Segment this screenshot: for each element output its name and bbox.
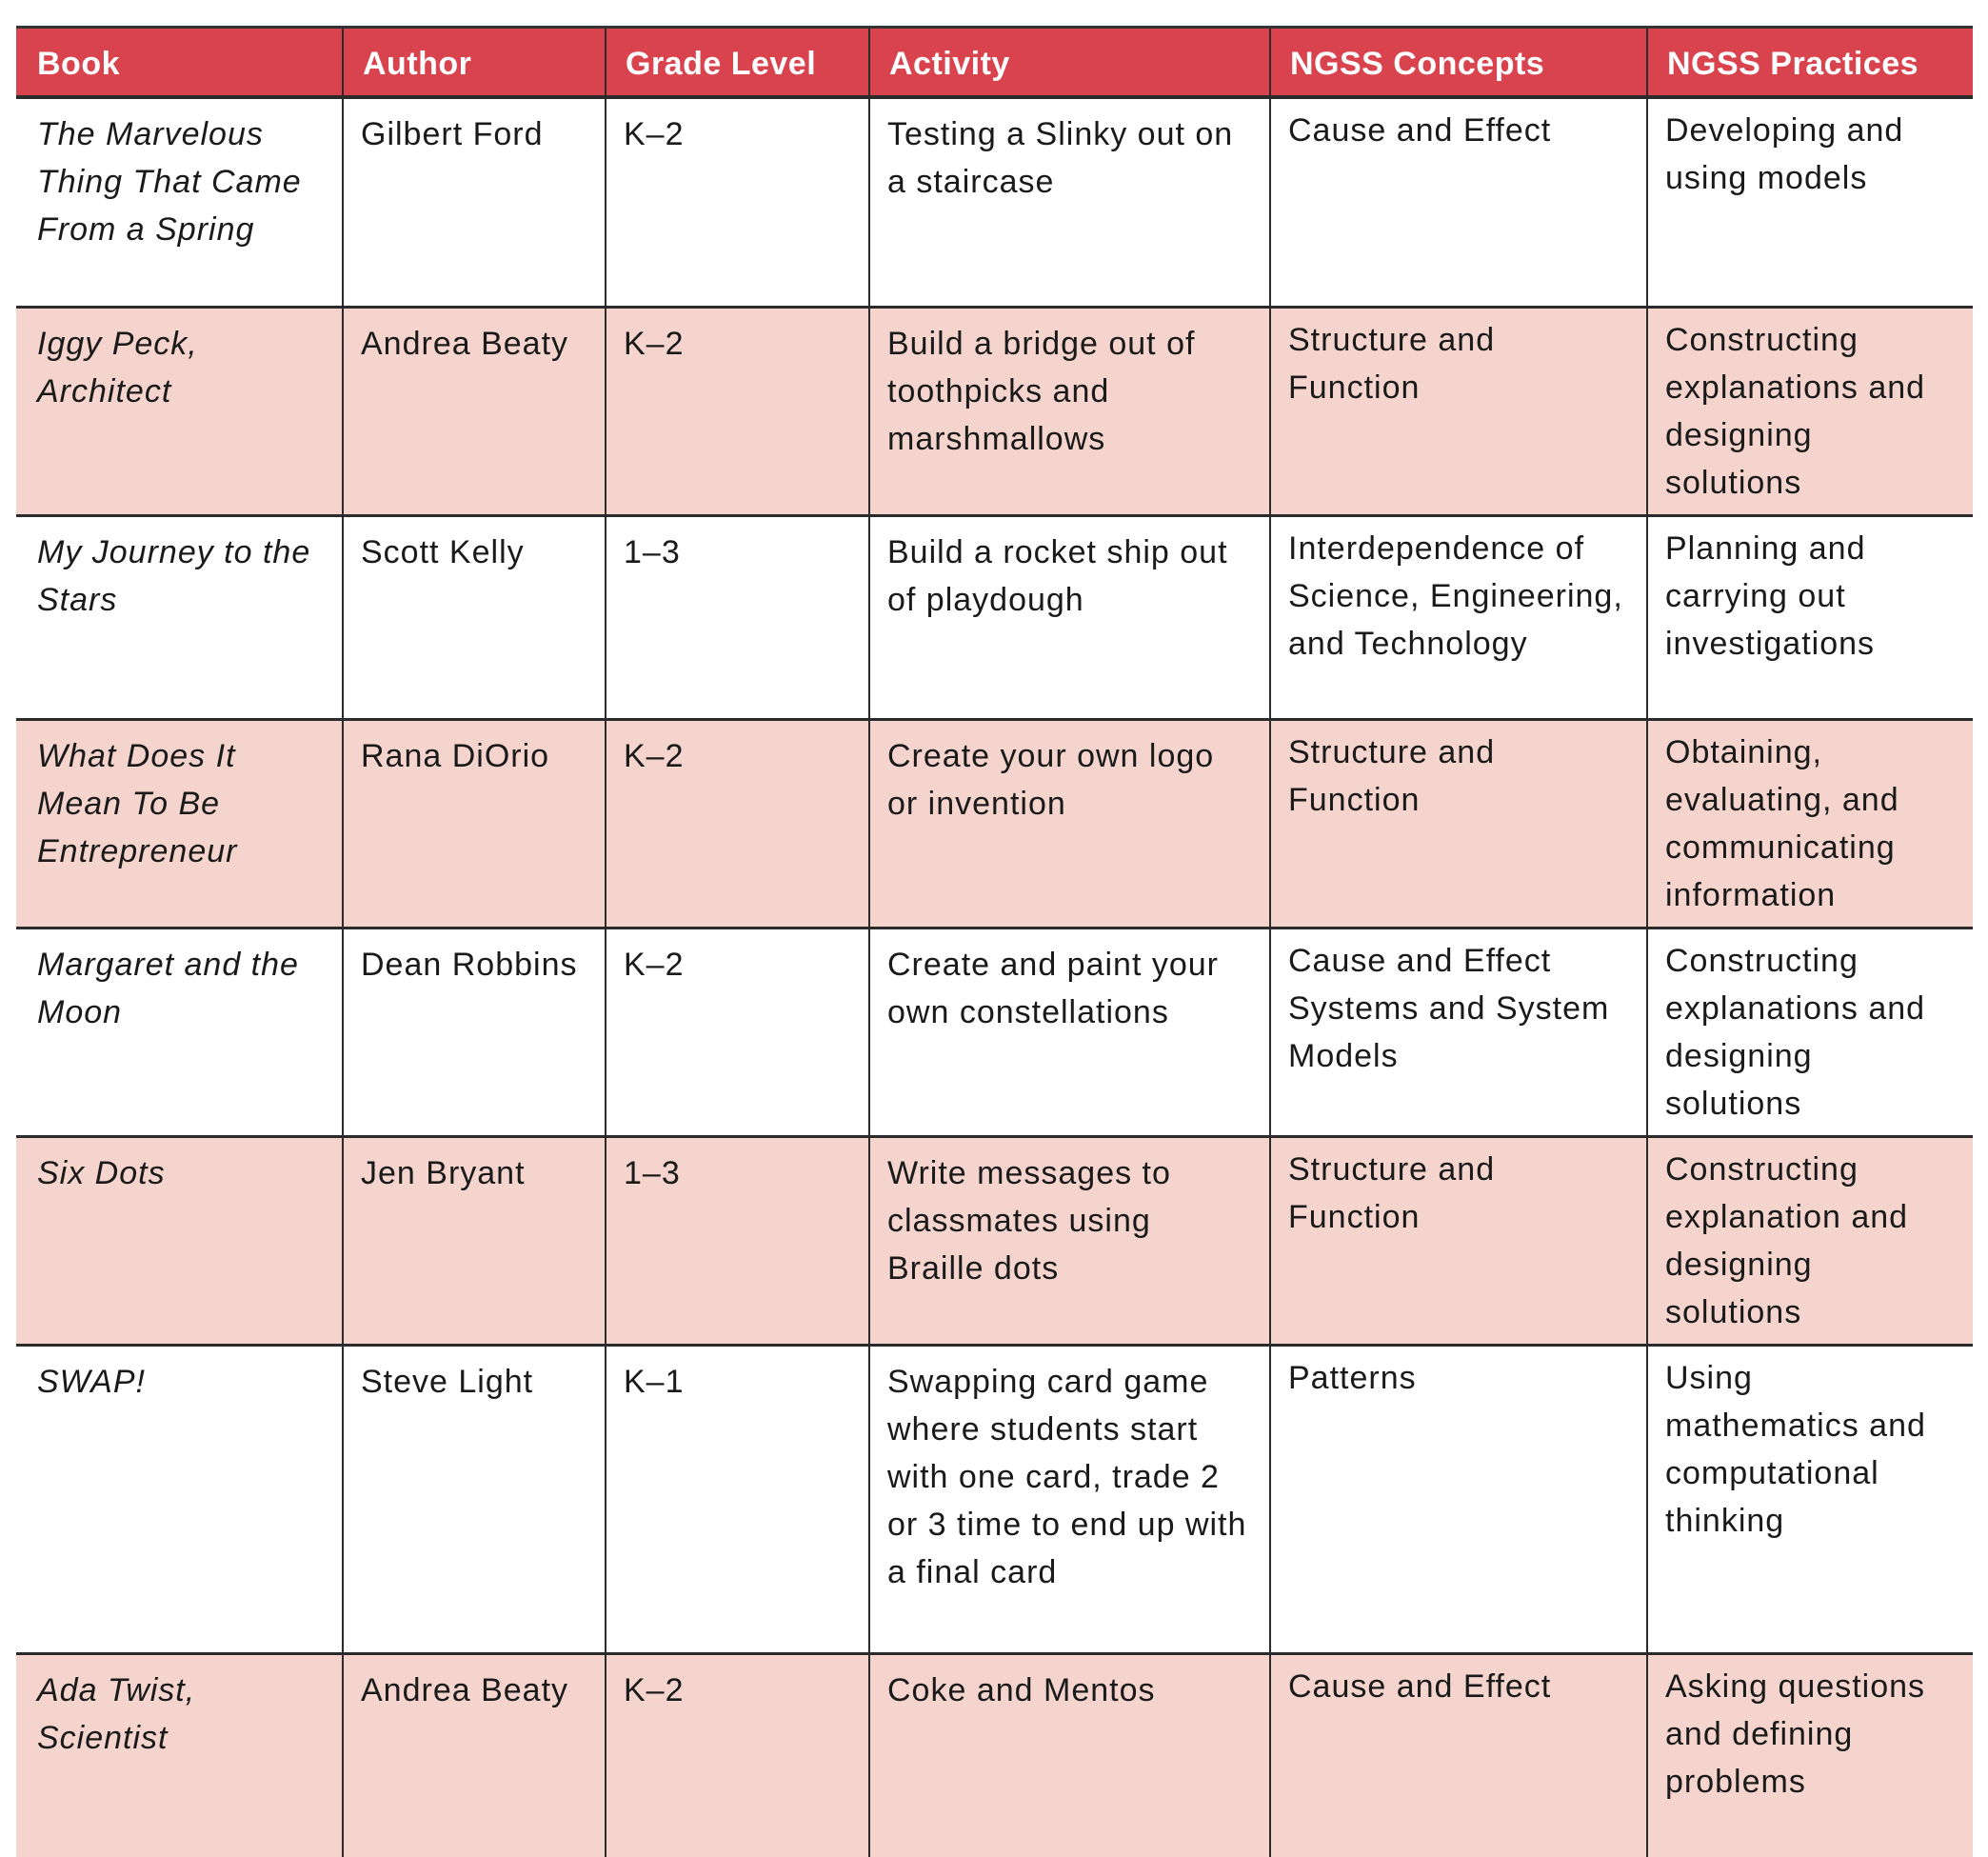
activity: Create your own logo or invention (868, 719, 1270, 929)
activity: Swapping card game where students start … (868, 1345, 1270, 1655)
ngss-practices: Using mathematics and computational thin… (1646, 1345, 1973, 1655)
ngss-concepts: Structure and Function (1269, 1136, 1647, 1347)
author: Rana DiOrio (342, 719, 606, 929)
book-title: Iggy Peck, Architect (16, 307, 343, 517)
activity: Write messages to classmates using Brail… (868, 1136, 1270, 1347)
author: Scott Kelly (342, 515, 606, 721)
book-title: Ada Twist, Scientist (16, 1653, 343, 1857)
book-title: The Marvelous Thing That Came From a Spr… (16, 96, 343, 309)
ngss-concepts: Patterns (1269, 1345, 1647, 1655)
grade-level: K–1 (605, 1345, 869, 1655)
book-title: Six Dots (16, 1136, 343, 1347)
grade-level: K–2 (605, 96, 869, 309)
table-row: What Does It Mean To Be Entrepreneur Ran… (16, 719, 1973, 929)
header-book: Book (16, 26, 343, 99)
author: Steve Light (342, 1345, 606, 1655)
table-header: Book Author Grade Level Activity NGSS Co… (16, 26, 1973, 99)
grade-level: K–2 (605, 928, 869, 1138)
header-activity: Activity (868, 26, 1270, 99)
grade-level: K–2 (605, 719, 869, 929)
author: Gilbert Ford (342, 96, 606, 309)
ngss-practices: Asking questions and defining problems (1646, 1653, 1973, 1857)
ngss-practices: Planning and carrying out investigations (1646, 515, 1973, 721)
book-title: SWAP! (16, 1345, 343, 1655)
ngss-concepts: Cause and Effect (1269, 1653, 1647, 1857)
table-row: My Journey to the Stars Scott Kelly 1–3 … (16, 515, 1973, 721)
table-row: The Marvelous Thing That Came From a Spr… (16, 96, 1973, 309)
header-ngss-practices: NGSS Practices (1646, 26, 1973, 99)
header-ngss-concepts: NGSS Concepts (1269, 26, 1647, 99)
table-body: The Marvelous Thing That Came From a Spr… (16, 96, 1973, 1857)
grade-level: K–2 (605, 307, 869, 517)
header-author: Author (342, 26, 606, 99)
ngss-practices: Developing and using models (1646, 96, 1973, 309)
author: Andrea Beaty (342, 1653, 606, 1857)
book-title: My Journey to the Stars (16, 515, 343, 721)
table-row: Ada Twist, Scientist Andrea Beaty K–2 Co… (16, 1653, 1973, 1857)
activity: Testing a Slinky out on a staircase (868, 96, 1270, 309)
book-title: What Does It Mean To Be Entrepreneur (16, 719, 343, 929)
grade-level: 1–3 (605, 515, 869, 721)
activity: Build a rocket ship out of playdough (868, 515, 1270, 721)
book-activity-table: Book Author Grade Level Activity NGSS Co… (16, 26, 1973, 1857)
ngss-concepts: Cause and Effect (1269, 96, 1647, 309)
ngss-concepts: Structure and Function (1269, 719, 1647, 929)
activity: Build a bridge out of toothpicks and mar… (868, 307, 1270, 517)
grade-level: K–2 (605, 1653, 869, 1857)
activity: Coke and Mentos (868, 1653, 1270, 1857)
table-row: Margaret and the Moon Dean Robbins K–2 C… (16, 928, 1973, 1138)
ngss-practices: Constructing explanations and designing … (1646, 307, 1973, 517)
book-title: Margaret and the Moon (16, 928, 343, 1138)
ngss-concepts: Cause and Effect Systems and System Mode… (1269, 928, 1647, 1138)
header-row: Book Author Grade Level Activity NGSS Co… (16, 26, 1973, 99)
author: Jen Bryant (342, 1136, 606, 1347)
table-row: Six Dots Jen Bryant 1–3 Write messages t… (16, 1136, 1973, 1347)
author: Dean Robbins (342, 928, 606, 1138)
table-row: Iggy Peck, Architect Andrea Beaty K–2 Bu… (16, 307, 1973, 517)
ngss-practices: Constructing explanations and designing … (1646, 928, 1973, 1138)
activity: Create and paint your own constellations (868, 928, 1270, 1138)
author: Andrea Beaty (342, 307, 606, 517)
ngss-concepts: Structure and Function (1269, 307, 1647, 517)
ngss-concepts: Interdependence of Science, Engineering,… (1269, 515, 1647, 721)
ngss-practices: Constructing explanation and designing s… (1646, 1136, 1973, 1347)
table-row: SWAP! Steve Light K–1 Swapping card game… (16, 1345, 1973, 1655)
ngss-practices: Obtaining, evaluating, and communicating… (1646, 719, 1973, 929)
header-grade-level: Grade Level (605, 26, 869, 99)
grade-level: 1–3 (605, 1136, 869, 1347)
